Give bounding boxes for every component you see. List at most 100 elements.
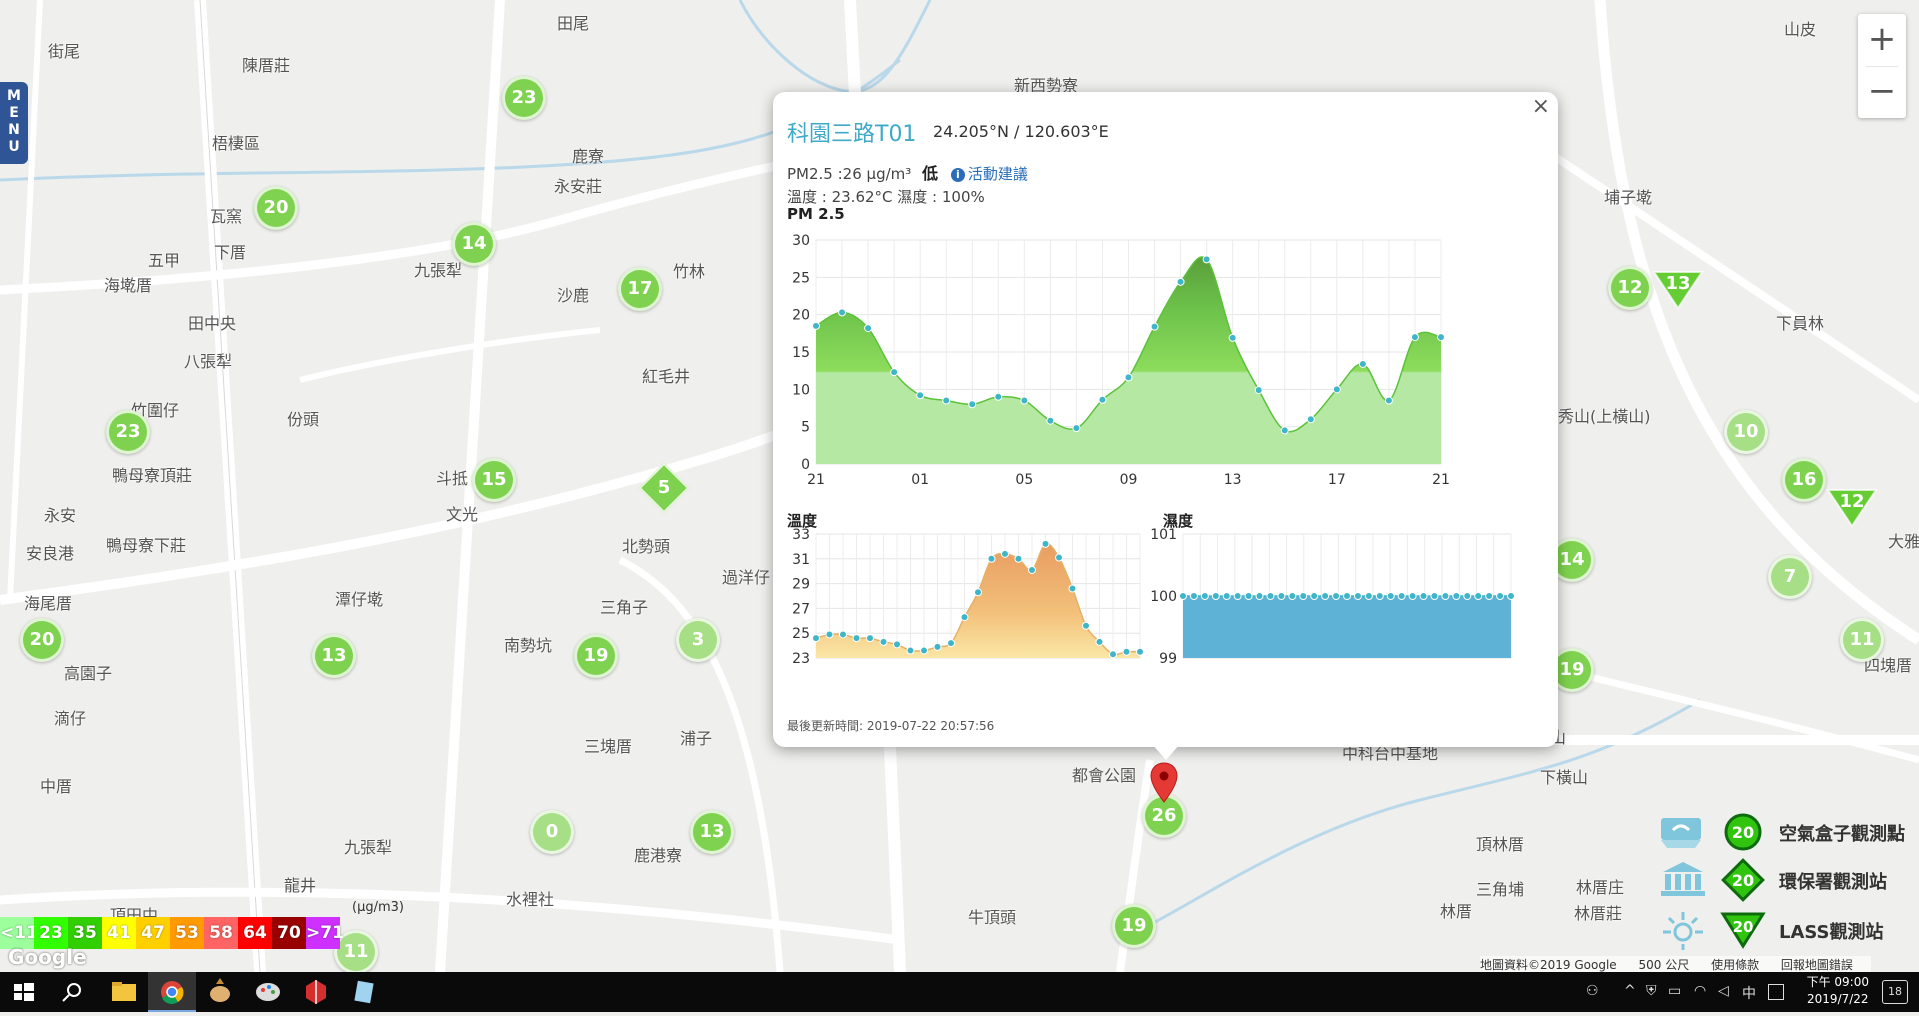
notification-icon[interactable]: 18 (1882, 980, 1908, 1004)
data-point[interactable] (1072, 424, 1081, 433)
data-point[interactable] (1055, 553, 1063, 562)
data-point[interactable] (974, 588, 982, 597)
data-point[interactable] (1277, 592, 1286, 600)
data-point[interactable] (1228, 333, 1237, 342)
data-point[interactable] (1254, 386, 1263, 395)
search-icon[interactable] (48, 972, 96, 1012)
data-point[interactable] (890, 368, 899, 377)
airbox-marker[interactable]: 0 (530, 810, 574, 854)
file-explorer-icon[interactable] (100, 972, 148, 1012)
data-point[interactable] (1020, 396, 1029, 405)
people-icon[interactable]: ⚇ (1586, 983, 1599, 999)
data-point[interactable] (1485, 592, 1494, 600)
airbox-marker[interactable]: 19 (574, 634, 618, 678)
chrome-icon[interactable] (148, 972, 196, 1012)
airbox-marker[interactable]: 23 (502, 76, 546, 120)
windows-start-icon[interactable] (0, 972, 48, 1012)
data-point[interactable] (1189, 592, 1198, 600)
data-point[interactable] (1109, 650, 1117, 659)
data-point[interactable] (1353, 592, 1362, 600)
sketchup-icon[interactable] (292, 972, 340, 1012)
data-point[interactable] (1098, 395, 1107, 404)
airbox-marker[interactable]: 16 (1782, 458, 1826, 502)
epa-marker[interactable]: 5 (636, 460, 692, 516)
data-point[interactable] (1001, 549, 1009, 558)
data-point[interactable] (1082, 621, 1090, 630)
data-point[interactable] (1441, 592, 1450, 600)
data-point[interactable] (1266, 592, 1275, 600)
airbox-marker[interactable]: 10 (1724, 410, 1768, 454)
ime-indicator[interactable]: 中 (1742, 983, 1756, 1003)
data-point[interactable] (1255, 592, 1264, 600)
data-point[interactable] (1306, 415, 1315, 424)
info-icon[interactable]: i (950, 168, 965, 182)
data-point[interactable] (933, 642, 942, 651)
data-point[interactable] (1463, 592, 1472, 600)
data-point[interactable] (1332, 592, 1341, 600)
data-point[interactable] (942, 396, 951, 405)
data-point[interactable] (879, 637, 888, 646)
data-point[interactable] (1310, 592, 1319, 600)
app-icon[interactable] (196, 972, 244, 1012)
data-point[interactable] (1410, 333, 1419, 342)
data-point[interactable] (852, 634, 861, 643)
airbox-marker[interactable]: 13 (312, 634, 356, 678)
data-point[interactable] (1211, 592, 1220, 600)
airbox-marker[interactable]: 7 (1768, 555, 1812, 599)
data-point[interactable] (1419, 592, 1428, 600)
data-point[interactable] (1452, 592, 1461, 600)
data-point[interactable] (1299, 592, 1308, 600)
data-point[interactable] (1028, 565, 1036, 574)
data-point[interactable] (968, 400, 977, 409)
data-point[interactable] (947, 639, 955, 648)
airbox-marker[interactable]: 23 (106, 410, 150, 454)
paint-icon[interactable] (244, 972, 292, 1012)
data-point[interactable] (1095, 637, 1104, 646)
close-icon[interactable]: × (1532, 94, 1550, 119)
data-point[interactable] (1124, 373, 1133, 382)
lass-marker[interactable]: 12 (1826, 488, 1878, 528)
chevron-up-icon[interactable]: ^ (1624, 983, 1636, 999)
airbox-marker[interactable]: 11 (1840, 618, 1884, 662)
security-icon[interactable]: ⛨ (1646, 983, 1657, 999)
airbox-marker[interactable]: 17 (618, 267, 662, 311)
data-point[interactable] (1321, 592, 1330, 600)
data-point[interactable] (1136, 647, 1144, 656)
data-point[interactable] (1014, 554, 1023, 563)
data-point[interactable] (812, 634, 820, 643)
data-point[interactable] (1068, 584, 1077, 593)
menu-button[interactable]: MENU (0, 82, 28, 164)
data-point[interactable] (920, 646, 928, 655)
data-point[interactable] (1437, 333, 1445, 342)
notepad-icon[interactable] (340, 972, 388, 1012)
data-point[interactable] (1233, 592, 1242, 600)
zoom-out-button[interactable]: − (1858, 66, 1906, 118)
airbox-marker[interactable]: 12 (1608, 266, 1652, 310)
data-point[interactable] (1507, 592, 1515, 600)
data-point[interactable] (960, 613, 969, 622)
data-point[interactable] (1179, 592, 1187, 600)
activity-advice-link[interactable]: 活動建議 (968, 165, 1028, 183)
data-point[interactable] (1222, 592, 1231, 600)
data-point[interactable] (1364, 592, 1373, 600)
airbox-marker[interactable]: 20 (20, 618, 64, 662)
data-point[interactable] (1408, 592, 1417, 600)
data-point[interactable] (1202, 255, 1211, 264)
data-point[interactable] (839, 630, 847, 639)
data-point[interactable] (987, 554, 996, 563)
data-point[interactable] (1343, 592, 1351, 600)
data-point[interactable] (1280, 426, 1289, 435)
airbox-marker[interactable]: 3 (676, 618, 720, 662)
data-point[interactable] (994, 392, 1003, 401)
airbox-marker[interactable]: 13 (690, 810, 734, 854)
lass-marker[interactable]: 13 (1652, 270, 1704, 310)
data-point[interactable] (1358, 359, 1367, 368)
data-point[interactable] (825, 630, 834, 639)
battery-icon[interactable]: ▭ (1668, 983, 1681, 999)
clock[interactable]: 下午 09:00 2019/7/22 (1807, 974, 1869, 1008)
data-point[interactable] (1386, 592, 1395, 600)
volume-icon[interactable]: ◁ (1718, 983, 1729, 999)
data-point[interactable] (1244, 592, 1253, 600)
airbox-marker[interactable]: 20 (254, 186, 298, 230)
data-point[interactable] (1384, 396, 1393, 405)
